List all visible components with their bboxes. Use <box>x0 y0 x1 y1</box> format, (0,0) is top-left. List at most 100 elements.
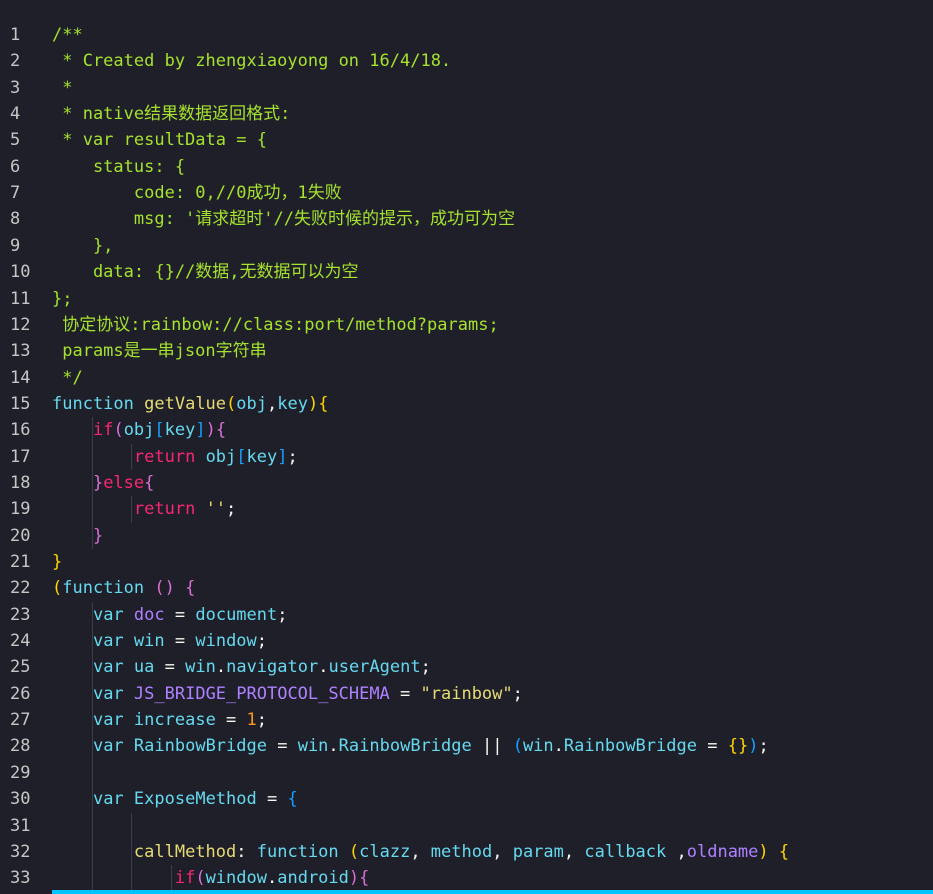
code-token: , <box>267 393 278 414</box>
code-token: * Created by zhengxiaoyong on 16/4/18. <box>52 51 452 72</box>
code-token: }, <box>52 235 114 256</box>
code-editor[interactable]: 1 /** 2 * Created by zhengxiaoyong on 16/4… <box>0 0 933 894</box>
code-token: win <box>522 736 554 757</box>
code-line[interactable]: 30 var ExposeMethod = { <box>0 786 933 812</box>
code-line[interactable]: 1 /** <box>0 22 933 48</box>
code-token: /** <box>52 25 83 45</box>
code-line[interactable]: 31 <box>0 813 933 839</box>
code-token: . <box>215 657 227 678</box>
code-token: [ <box>236 446 247 467</box>
code-line[interactable]: 25 var ua = win.navigator.userAgent; <box>0 654 933 680</box>
code-token: { <box>359 868 370 889</box>
line-number: 16 <box>10 420 31 441</box>
code-token: = <box>164 604 196 625</box>
code-token: RainbowBridge <box>563 736 697 757</box>
line-number: 33 <box>10 868 31 889</box>
code-token: ( <box>154 578 165 599</box>
code-token: = <box>215 710 247 731</box>
line-number: 19 <box>10 499 31 520</box>
line-number: 27 <box>10 710 31 731</box>
code-line[interactable]: 2 * Created by zhengxiaoyong on 16/4/18. <box>0 48 933 74</box>
code-line[interactable]: 11}; <box>0 286 933 312</box>
code-line[interactable]: 9 }, <box>0 233 933 259</box>
code-line[interactable]: 17 return obj[key]; <box>0 444 933 470</box>
code-line[interactable]: 28 var RainbowBridge = win.RainbowBridge… <box>0 733 933 759</box>
code-line[interactable]: 27 var increase = 1; <box>0 707 933 733</box>
code-token: ; <box>287 446 298 467</box>
code-line[interactable]: 29 <box>0 760 933 786</box>
code-token: } <box>737 736 749 757</box>
code-line[interactable]: 3 * <box>0 75 933 101</box>
code-token: { <box>727 736 738 757</box>
line-number: 12 <box>10 314 31 335</box>
line-number: 26 <box>10 683 31 704</box>
line-number: 23 <box>10 604 31 625</box>
code-line[interactable]: 16 if(obj[key]){ <box>0 417 933 443</box>
code-token: || <box>471 736 513 757</box>
code-token: = <box>696 736 728 757</box>
line-number: 31 <box>10 815 31 836</box>
code-line[interactable]: 13 params是一串json字符串 <box>0 338 933 364</box>
code-line[interactable]: 19 return ''; <box>0 496 933 522</box>
code-line[interactable]: 10 data: {}//数据,无数据可以为空 <box>0 259 933 285</box>
code-line[interactable]: 33 if(window.android){ <box>0 865 933 891</box>
code-line[interactable]: 5 * var resultData = { <box>0 127 933 153</box>
code-token: var <box>92 710 124 731</box>
code-token: = <box>164 631 196 652</box>
code-token: window <box>195 631 257 652</box>
code-token: callback <box>584 841 667 862</box>
code-text: 协定协议:rainbow://class:port/method?params; <box>52 312 499 338</box>
code-line[interactable]: 15 function getValue(obj,key){ <box>0 391 933 417</box>
code-token: }; <box>52 288 73 309</box>
code-text: return ''; <box>52 496 236 522</box>
code-line[interactable]: 20 } <box>0 523 933 549</box>
code-text: msg: '请求超时'//失败时候的提示，成功可为空 <box>52 206 515 232</box>
code-text: if(window.android){ <box>52 865 370 891</box>
code-line[interactable]: 21} <box>0 549 933 575</box>
code-token: . <box>266 868 278 889</box>
code-token: , <box>666 841 687 862</box>
code-token: key <box>246 446 278 467</box>
code-text: var ua = win.navigator.userAgent; <box>52 654 431 680</box>
code-token: increase <box>133 710 216 731</box>
code-text: }else{ <box>52 470 154 496</box>
code-token: { <box>318 393 329 414</box>
code-token: 1 <box>246 710 257 731</box>
code-token: method <box>430 841 493 862</box>
code-text: } <box>52 523 103 549</box>
code-line[interactable]: 12 协定协议:rainbow://class:port/method?para… <box>0 312 933 338</box>
code-token: JS_BRIDGE_PROTOCOL_SCHEMA <box>133 683 390 704</box>
line-number: 18 <box>10 472 31 493</box>
code-token: , <box>492 841 513 862</box>
code-line[interactable]: 14 */ <box>0 365 933 391</box>
code-token: ; <box>512 683 523 704</box>
code-line[interactable]: 26 var JS_BRIDGE_PROTOCOL_SCHEMA = "rain… <box>0 681 933 707</box>
code-text: (function () { <box>52 575 195 601</box>
code-line[interactable]: 7 code: 0,//0成功，1失败 <box>0 180 933 206</box>
code-line[interactable]: 22 (function () { <box>0 575 933 601</box>
code-token: callMethod <box>133 841 237 862</box>
code-token: param <box>512 841 564 862</box>
line-number: 8 <box>10 209 21 230</box>
code-line[interactable]: 24 var win = window; <box>0 628 933 654</box>
line-number: 1 <box>10 25 21 45</box>
code-text: */ <box>52 365 82 391</box>
code-token: getValue <box>144 393 227 414</box>
code-line[interactable]: 23 var doc = document; <box>0 602 933 628</box>
code-line[interactable]: 8 msg: '请求超时'//失败时候的提示，成功可为空 <box>0 206 933 232</box>
horizontal-scrollbar[interactable] <box>52 890 933 894</box>
line-number: 7 <box>10 183 21 204</box>
code-token: 协定协议:rainbow://class:port/method?params; <box>52 314 499 335</box>
code-token: else <box>103 472 145 493</box>
code-line[interactable]: 4 * native结果数据返回格式: <box>0 101 933 127</box>
code-line[interactable]: 32 callMethod: function (clazz, method, … <box>0 839 933 865</box>
code-line[interactable]: 18 }else{ <box>0 470 933 496</box>
code-token: ) <box>164 578 175 599</box>
code-token: "rainbow" <box>420 683 513 704</box>
code-token: ; <box>256 710 268 731</box>
code-line[interactable]: 6 status: { <box>0 154 933 180</box>
code-token: . <box>318 657 329 678</box>
